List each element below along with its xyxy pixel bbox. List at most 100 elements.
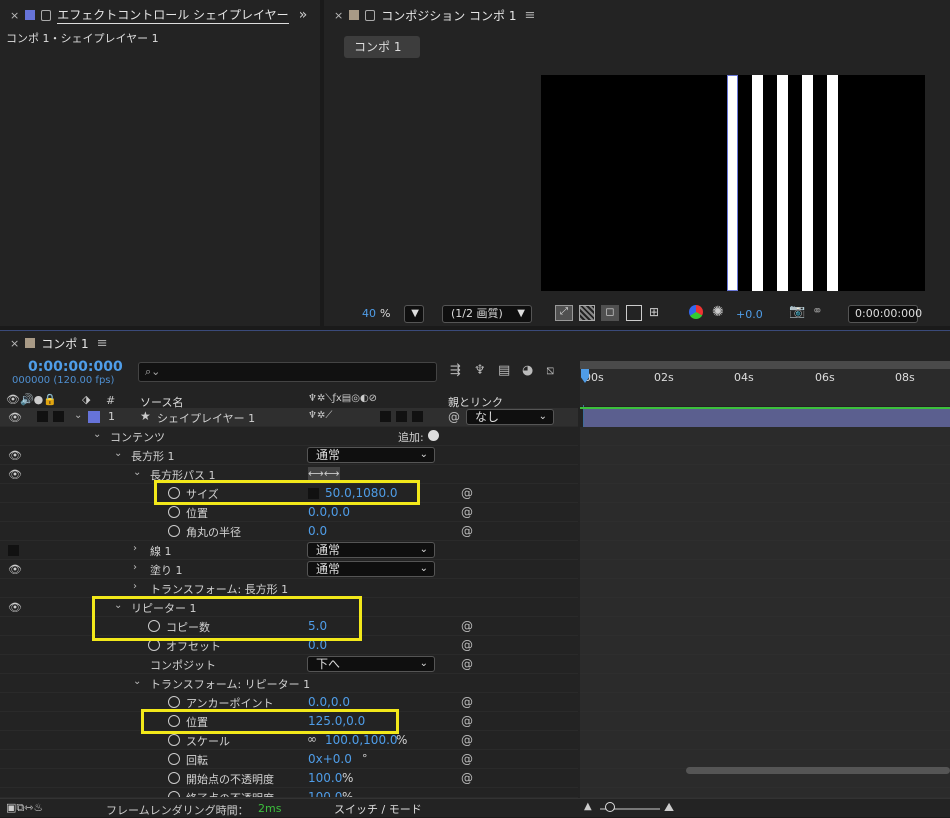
chevron-right-icon[interactable]: › <box>133 543 137 554</box>
footer-icons[interactable]: ▣⧉⇿♨ <box>6 801 43 815</box>
stopwatch-icon[interactable] <box>168 525 180 537</box>
parent-dropdown[interactable]: なし ⌄ <box>466 409 554 425</box>
expression-icon[interactable]: @ <box>461 733 473 747</box>
stopwatch-icon[interactable] <box>168 734 180 746</box>
chevron-down-icon[interactable]: ⌄ <box>133 676 141 687</box>
eye-icon[interactable]: 👁 <box>8 468 22 481</box>
zoom-value[interactable]: 40 <box>362 307 376 320</box>
layer-bar[interactable] <box>584 409 950 427</box>
stopwatch-icon[interactable] <box>148 620 160 632</box>
lock-toggle[interactable] <box>53 411 64 422</box>
layer-name[interactable]: シェイプレイヤー 1 <box>157 410 255 426</box>
chevron-down-icon[interactable]: ⌄ <box>93 429 101 440</box>
zoom-in-icon[interactable]: ⛰ <box>664 800 674 815</box>
region-of-interest-icon[interactable] <box>626 305 642 321</box>
composite-dropdown[interactable]: 下へ ⌄ <box>307 656 435 672</box>
eye-icon[interactable]: 👁 <box>8 601 22 614</box>
horizontal-scrollbar[interactable] <box>686 767 950 774</box>
timeline-timecode[interactable]: 0:00:00:000 <box>28 359 123 375</box>
chevron-down-icon[interactable]: ⌄ <box>114 600 122 611</box>
eye-off-box[interactable] <box>8 545 19 556</box>
eye-icon[interactable]: 👁 <box>8 411 22 424</box>
exposure-value[interactable]: +0.0 <box>736 308 763 321</box>
scale-row[interactable]: スケール ∞ 100.0,100.0 % @ <box>0 731 578 750</box>
stopwatch-icon[interactable] <box>168 753 180 765</box>
zoom-out-icon[interactable]: ▲ <box>584 801 592 812</box>
viewer-canvas[interactable] <box>541 75 925 291</box>
composition-title[interactable]: コンポジション コンポ 1 <box>381 7 516 24</box>
graph-editor-icon[interactable]: ⧅ <box>546 363 554 378</box>
position-row[interactable]: 位置 0.0,0.0 @ <box>0 503 578 522</box>
composite-row[interactable]: コンポジット 下へ ⌄ @ <box>0 655 578 674</box>
expression-icon[interactable]: @ <box>461 752 473 766</box>
switch-box-2[interactable] <box>396 411 407 422</box>
mask-visibility-icon[interactable]: ◻ <box>601 305 619 321</box>
solo-toggle[interactable] <box>37 411 48 422</box>
exposure-icon[interactable]: ✺ <box>712 304 724 320</box>
frame-blend-icon[interactable]: ▤ <box>498 363 510 378</box>
transform-rep-row[interactable]: ⌄ トランスフォーム: リピーター 1 <box>0 674 578 693</box>
link-icon[interactable]: ∞ <box>307 732 317 746</box>
effect-controls-title[interactable]: エフェクトコントロール シェイプレイヤー <box>57 6 289 24</box>
offset-value[interactable]: 0.0 <box>308 638 327 652</box>
lock-icon[interactable] <box>41 9 52 21</box>
stopwatch-icon[interactable] <box>168 506 180 518</box>
anchor-value[interactable]: 0.0,0.0 <box>308 695 350 709</box>
expression-icon[interactable]: @ <box>461 695 473 709</box>
constrain-box[interactable] <box>308 488 319 499</box>
chevron-right-icon[interactable]: › <box>133 562 137 573</box>
rotation-row[interactable]: 回転 0x+0.0 ° @ <box>0 750 578 769</box>
pickwhip-icon[interactable]: @ <box>448 410 460 424</box>
zoom-slider-handle[interactable] <box>605 802 615 812</box>
eye-icon[interactable]: 👁 <box>8 449 22 462</box>
transform-rect-row[interactable]: › トランスフォーム: 長方形 1 <box>0 579 578 598</box>
lock-icon[interactable] <box>365 9 376 21</box>
timeline-title[interactable]: コンポ 1 <box>41 335 88 352</box>
rep-position-value[interactable]: 125.0,0.0 <box>308 714 365 728</box>
expression-icon[interactable]: @ <box>461 771 473 785</box>
add-play-icon[interactable] <box>428 430 439 441</box>
scale-value[interactable]: 100.0,100.0 <box>325 733 398 747</box>
stopwatch-icon[interactable] <box>168 791 180 797</box>
close-icon[interactable]: × <box>10 9 19 22</box>
expression-icon[interactable]: @ <box>461 714 473 728</box>
snapshot-icon[interactable]: 📷 <box>789 304 805 319</box>
expression-icon[interactable]: @ <box>461 524 473 538</box>
chevron-down-icon[interactable]: ⌄ <box>74 410 82 421</box>
quality-dropdown[interactable]: (1/2 画質) ▼ <box>442 305 532 323</box>
motion-blur-icon[interactable]: ◕ <box>522 363 533 378</box>
roundness-value[interactable]: 0.0 <box>308 524 327 538</box>
switch-box-1[interactable] <box>380 411 391 422</box>
position-value[interactable]: 0.0,0.0 <box>308 505 350 519</box>
path-direction-icons[interactable]: ⟷⟷ <box>308 467 340 480</box>
current-time-display[interactable]: 0:00:00:000 <box>848 305 922 323</box>
channel-icon[interactable] <box>689 305 703 319</box>
layer-label-swatch[interactable] <box>88 411 100 423</box>
stopwatch-icon[interactable] <box>168 772 180 784</box>
work-area-bar[interactable] <box>580 361 950 369</box>
zoom-dropdown[interactable]: ▼ <box>404 305 424 323</box>
rect1-row[interactable]: 👁 ⌄ 長方形 1 通常 ⌄ <box>0 446 578 465</box>
panel-menu-icon[interactable]: ≡ <box>524 8 535 23</box>
guides-icon[interactable]: ⊞ <box>649 305 659 319</box>
transparency-grid-icon[interactable] <box>579 305 595 321</box>
repeater-row[interactable]: 👁 ⌄ リピーター 1 <box>0 598 578 617</box>
start-opacity-row[interactable]: 開始点の不透明度 100.0 % @ <box>0 769 578 788</box>
size-value[interactable]: 50.0,1080.0 <box>325 486 398 500</box>
fill-mode-dropdown[interactable]: 通常 ⌄ <box>307 561 435 577</box>
stopwatch-icon[interactable] <box>168 715 180 727</box>
rectpath-row[interactable]: 👁 ⌄ 長方形パス 1 ⟷⟷ <box>0 465 578 484</box>
layer-switches-icons[interactable]: ♆✲⟋ <box>308 410 332 421</box>
time-ruler[interactable]: 00s 02s 04s 06s 08s <box>580 361 950 406</box>
rep-position-row[interactable]: 位置 125.0,0.0 @ <box>0 712 578 731</box>
close-icon[interactable]: × <box>334 9 343 22</box>
copies-row[interactable]: コピー数 5.0 @ <box>0 617 578 636</box>
panel-menu-icon[interactable]: ≡ <box>97 336 108 351</box>
offset-row[interactable]: オフセット 0.0 @ <box>0 636 578 655</box>
copies-value[interactable]: 5.0 <box>308 619 327 633</box>
anchor-row[interactable]: アンカーポイント 0.0,0.0 @ <box>0 693 578 712</box>
end-opacity-row[interactable]: 終了点の不透明度 100.0 % <box>0 788 578 798</box>
roundness-row[interactable]: 角丸の半径 0.0 @ <box>0 522 578 541</box>
start-opacity-value[interactable]: 100.0 <box>308 771 342 785</box>
chevron-down-icon[interactable]: ⌄ <box>133 467 141 478</box>
